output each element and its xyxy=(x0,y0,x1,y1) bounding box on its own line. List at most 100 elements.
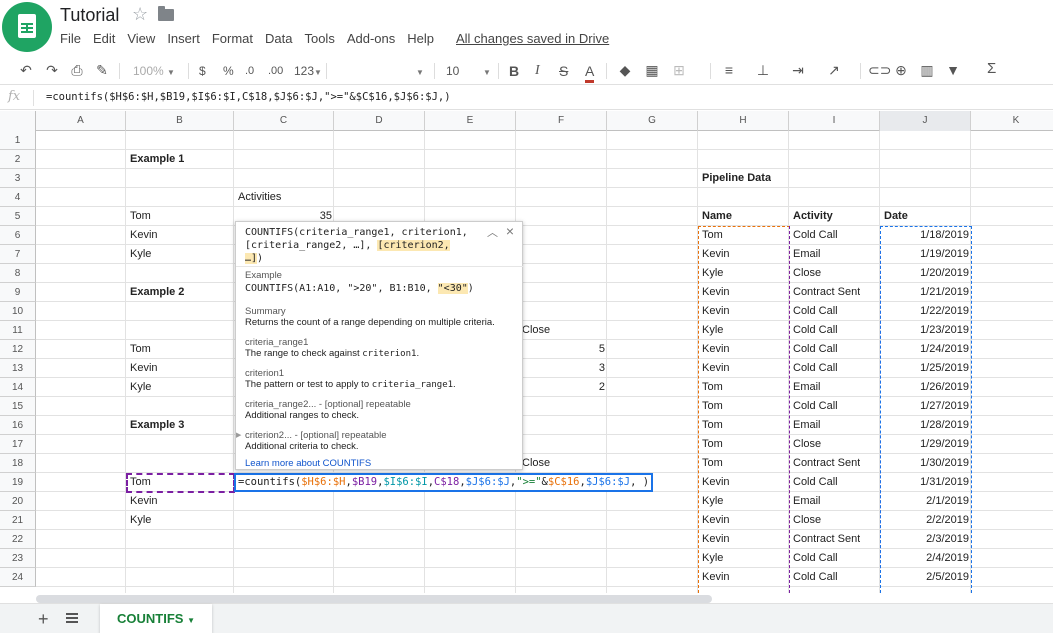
pipeline-name-cell[interactable]: Tom xyxy=(702,454,723,473)
row-header-20[interactable]: 20 xyxy=(0,492,36,511)
pipeline-activity-cell[interactable]: Email xyxy=(793,378,821,397)
cell-f12[interactable]: 5 xyxy=(516,340,605,359)
redo-icon[interactable]: ↷ xyxy=(44,62,60,78)
pipeline-date-cell[interactable]: 1/31/2019 xyxy=(880,473,969,492)
pipeline-date-cell[interactable]: 1/20/2019 xyxy=(880,264,969,283)
cell-b16[interactable]: Example 3 xyxy=(130,416,184,435)
cell-b9[interactable]: Example 2 xyxy=(130,283,184,302)
cell-e18[interactable]: Close xyxy=(522,454,550,473)
column-header-a[interactable]: A xyxy=(36,111,126,131)
undo-icon[interactable]: ↶ xyxy=(18,62,34,78)
cell-b19[interactable]: Tom xyxy=(130,473,151,492)
folder-icon[interactable] xyxy=(158,6,174,21)
column-header-k[interactable]: K xyxy=(971,111,1053,131)
pipeline-name-cell[interactable]: Kevin xyxy=(702,530,730,549)
text-wrap-icon[interactable]: ⇥ xyxy=(790,62,806,78)
learn-more-link[interactable]: Learn more about COUNTIFS xyxy=(245,458,371,469)
number-format-select[interactable]: 123▼ xyxy=(294,63,322,79)
row-header-7[interactable]: 7 xyxy=(0,245,36,264)
pipeline-name-cell[interactable]: Kevin xyxy=(702,359,730,378)
cell-b2[interactable]: Example 1 xyxy=(130,150,184,169)
strikethrough-button[interactable]: S xyxy=(559,63,568,79)
row-header-24[interactable]: 24 xyxy=(0,568,36,587)
row-header-4[interactable]: 4 xyxy=(0,188,36,207)
cell-f14[interactable]: 2 xyxy=(516,378,605,397)
row-header-16[interactable]: 16 xyxy=(0,416,36,435)
pipeline-name-cell[interactable]: Tom xyxy=(702,397,723,416)
menu-insert[interactable]: Insert xyxy=(167,31,200,46)
close-icon[interactable]: × xyxy=(506,223,514,239)
column-header-c[interactable]: C xyxy=(234,111,334,131)
pipeline-date-cell[interactable]: 1/22/2019 xyxy=(880,302,969,321)
cell-f13[interactable]: 3 xyxy=(516,359,605,378)
cell-b6[interactable]: Kevin xyxy=(130,226,158,245)
cell-b13[interactable]: Kevin xyxy=(130,359,158,378)
bold-button[interactable]: B xyxy=(509,63,519,79)
column-header-d[interactable]: D xyxy=(334,111,425,131)
spreadsheet-grid[interactable]: ABCDEFGHIJK 1 2 3 4 5 6 7 8 9 10 11 12 13 14 15 16 17 18 1… xyxy=(0,111,1053,593)
pipeline-date-cell[interactable]: 1/23/2019 xyxy=(880,321,969,340)
percent-button[interactable]: % xyxy=(223,63,234,79)
pipeline-activity-cell[interactable]: Cold Call xyxy=(793,397,838,416)
insert-comment-icon[interactable]: ⊕ xyxy=(893,62,909,78)
pipeline-date-cell[interactable]: 2/3/2019 xyxy=(880,530,969,549)
pipeline-activity-cell[interactable]: Cold Call xyxy=(793,473,838,492)
pipeline-activity-cell[interactable]: Contract Sent xyxy=(793,454,860,473)
pipeline-activity-cell[interactable]: Close xyxy=(793,511,821,530)
pipeline-name-cell[interactable]: Kevin xyxy=(702,302,730,321)
select-all-corner[interactable] xyxy=(0,111,36,131)
row-header-6[interactable]: 6 xyxy=(0,226,36,245)
merge-cells-icon[interactable]: ⊞ xyxy=(671,62,687,78)
menu-edit[interactable]: Edit xyxy=(93,31,115,46)
row-header-14[interactable]: 14 xyxy=(0,378,36,397)
pipeline-date-cell[interactable]: 1/27/2019 xyxy=(880,397,969,416)
pipeline-activity-cell[interactable]: Email xyxy=(793,245,821,264)
cell-b14[interactable]: Kyle xyxy=(130,378,151,397)
filter-icon[interactable]: ▼ xyxy=(945,62,961,78)
horizontal-scrollbar[interactable] xyxy=(36,595,712,603)
row-header-13[interactable]: 13 xyxy=(0,359,36,378)
pipeline-activity-cell[interactable]: Contract Sent xyxy=(793,530,860,549)
cell-b12[interactable]: Tom xyxy=(130,340,151,359)
pipeline-activity-cell[interactable]: Cold Call xyxy=(793,321,838,340)
expand-arrow-icon[interactable]: ▶ xyxy=(236,431,241,439)
column-header-j[interactable]: J xyxy=(880,111,971,131)
formula-input[interactable]: =countifs($H$6:$H,$B19,$I$6:$I,C$18,$J$6… xyxy=(46,91,451,103)
row-header-22[interactable]: 22 xyxy=(0,530,36,549)
collapse-icon[interactable]: ︿ xyxy=(487,224,498,240)
menu-help[interactable]: Help xyxy=(407,31,434,46)
pipeline-date-cell[interactable]: 2/4/2019 xyxy=(880,549,969,568)
column-header-g[interactable]: G xyxy=(607,111,698,131)
paint-format-icon[interactable]: ✎ xyxy=(94,62,110,78)
row-header-11[interactable]: 11 xyxy=(0,321,36,340)
insert-chart-icon[interactable]: ▥ xyxy=(919,62,935,78)
pipeline-name-cell[interactable]: Tom xyxy=(702,378,723,397)
cell-c4[interactable]: Activities xyxy=(238,188,281,207)
cell-h3[interactable]: Pipeline Data xyxy=(702,169,771,188)
print-icon[interactable]: ⎙ xyxy=(69,62,85,78)
pipeline-activity-cell[interactable]: Cold Call xyxy=(793,340,838,359)
menu-format[interactable]: Format xyxy=(212,31,253,46)
pipeline-date-cell[interactable]: 1/30/2019 xyxy=(880,454,969,473)
row-header-3[interactable]: 3 xyxy=(0,169,36,188)
menu-file[interactable]: File xyxy=(60,31,81,46)
row-header-17[interactable]: 17 xyxy=(0,435,36,454)
pipeline-date-cell[interactable]: 1/29/2019 xyxy=(880,435,969,454)
currency-button[interactable]: $ xyxy=(199,63,206,79)
insert-link-icon[interactable]: ⊂⊃ xyxy=(868,62,891,78)
row-header-1[interactable]: 1 xyxy=(0,131,36,150)
pipeline-name-cell[interactable]: Kevin xyxy=(702,473,730,492)
pipeline-name-cell[interactable]: Kevin xyxy=(702,245,730,264)
pipeline-date-cell[interactable]: 1/19/2019 xyxy=(880,245,969,264)
pipeline-activity-cell[interactable]: Cold Call xyxy=(793,359,838,378)
pipeline-date-cell[interactable]: 1/18/2019 xyxy=(880,226,969,245)
pipeline-name-cell[interactable]: Tom xyxy=(702,226,723,245)
pipeline-activity-cell[interactable]: Close xyxy=(793,264,821,283)
vertical-align-icon[interactable]: ⊥ xyxy=(755,62,771,78)
font-size-caret[interactable]: ▼ xyxy=(483,63,491,79)
pipeline-date-cell[interactable]: 1/26/2019 xyxy=(880,378,969,397)
row-header-2[interactable]: 2 xyxy=(0,150,36,169)
horizontal-align-icon[interactable]: ≡ xyxy=(721,62,737,78)
pipeline-name-cell[interactable]: Kyle xyxy=(702,492,723,511)
text-rotation-icon[interactable]: ↗ xyxy=(826,62,842,78)
